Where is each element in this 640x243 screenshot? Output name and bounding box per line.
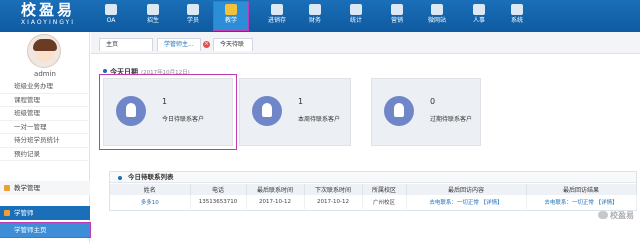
user-icon <box>384 96 414 126</box>
username: admin <box>34 70 56 78</box>
today-contact-list: 今日待联系列表 姓名 电话 最后联系时间 下次联系时间 所属校区 最后回访内容 … <box>109 171 637 211</box>
contact-table: 姓名 电话 最后联系时间 下次联系时间 所属校区 最后回访内容 最后回访结果 多… <box>110 184 637 209</box>
sidebar-item-advisor-home[interactable]: 学管师主页 <box>0 222 91 238</box>
cell-next-contact: 2017-10-12 <box>304 195 363 209</box>
sidebar-item-appointments[interactable]: 预约记录 <box>0 148 90 161</box>
cell-name[interactable]: 多多10 <box>110 195 191 209</box>
folder-icon <box>4 185 10 191</box>
column-header-last-contact[interactable]: 最后联系时间 <box>246 184 305 195</box>
sidebar-item-course-management[interactable]: 课程管理 <box>0 94 90 107</box>
nav-teaching[interactable]: 教学 <box>213 1 249 31</box>
tab-today-contacts[interactable]: 今天待联 <box>213 38 253 51</box>
column-header-campus[interactable]: 所属校区 <box>362 184 407 195</box>
enroll-icon <box>147 4 159 15</box>
column-header-last-visit-result[interactable]: 最后回访结果 <box>526 184 637 195</box>
oa-icon <box>105 4 117 15</box>
card-label: 今日待联系客户 <box>162 116 205 123</box>
stats-icon <box>350 4 362 15</box>
card-label: 本周待联系客户 <box>298 116 341 123</box>
table-row[interactable]: 多多10 13513653710 2017-10-12 2017-10-12 广… <box>110 195 637 209</box>
marketing-icon <box>391 4 403 15</box>
card-today-contacts[interactable]: 1 今日待联系客户 <box>99 74 237 150</box>
card-overdue-contacts[interactable]: 0 过期待联系客户 <box>371 78 481 146</box>
nav-finance[interactable]: 财务 <box>298 2 332 30</box>
card-label: 过期待联系客户 <box>430 116 473 123</box>
logo-subtitle: XIAOYINGYI <box>21 19 75 26</box>
hr-icon <box>473 4 485 15</box>
nav-microsite[interactable]: 微网站 <box>420 2 454 30</box>
sidebar: admin 班级业务办理 课程管理 班级管理 一对一管理 待分班学员统计 预约记… <box>0 32 91 243</box>
sidebar-item-class-management[interactable]: 班级管理 <box>0 107 90 121</box>
sidebar-item-class-business[interactable]: 班级业务办理 <box>0 80 90 94</box>
column-header-name[interactable]: 姓名 <box>110 184 191 195</box>
teaching-menu: 班级业务办理 课程管理 班级管理 一对一管理 待分班学员统计 预约记录 <box>0 80 90 161</box>
table-header-row: 姓名 电话 最后联系时间 下次联系时间 所属校区 最后回访内容 最后回访结果 <box>110 184 637 195</box>
user-icon <box>252 96 282 126</box>
card-value: 0 <box>430 97 436 106</box>
card-value: 1 <box>298 97 304 106</box>
user-profile: admin <box>0 32 90 80</box>
list-title: 今日待联系列表 <box>110 172 636 183</box>
sidebar-item-unassigned-students[interactable]: 待分班学员统计 <box>0 134 90 148</box>
sidebar-section-teaching[interactable]: 教学管理 <box>0 181 90 195</box>
logo-title: 校盈易 <box>20 1 75 19</box>
cell-last-contact: 2017-10-12 <box>246 195 305 209</box>
user-icon <box>116 96 146 126</box>
logo: 校盈易 XIAOYINGYI <box>4 2 92 30</box>
tab-home[interactable]: 主页 <box>99 38 153 51</box>
today-date: (2017年10月12日) <box>141 70 190 76</box>
sidebar-section-advisor[interactable]: 学管师 <box>0 206 90 220</box>
wechat-icon <box>598 211 608 219</box>
tab-advisor-home[interactable]: 学管师主... <box>157 38 201 51</box>
cell-campus: 广州校区 <box>362 195 407 209</box>
cell-phone: 13513653710 <box>190 195 247 209</box>
students-icon <box>187 4 199 15</box>
main-content: 主页 学管师主... × 今天待联 今天日期 (2017年10月12日) 1 今日… <box>91 32 640 243</box>
nav-system[interactable]: 系统 <box>500 2 534 30</box>
nav-inventory[interactable]: 进销存 <box>260 2 294 30</box>
finance-icon <box>309 4 321 15</box>
tab-bar: 主页 学管师主... × 今天待联 <box>91 32 640 54</box>
nav-students[interactable]: 学员 <box>176 2 210 30</box>
nav-enroll[interactable]: 招生 <box>136 2 170 30</box>
nav-marketing[interactable]: 营销 <box>380 2 414 30</box>
teaching-icon <box>225 4 237 15</box>
column-header-next-contact[interactable]: 下次联系时间 <box>304 184 363 195</box>
avatar[interactable] <box>27 34 61 68</box>
sidebar-item-one-to-one[interactable]: 一对一管理 <box>0 121 90 134</box>
card-week-contacts[interactable]: 1 本周待联系客户 <box>239 78 351 146</box>
nav-oa[interactable]: OA <box>94 2 128 30</box>
folder-icon <box>4 210 10 216</box>
close-icon[interactable]: × <box>203 41 210 48</box>
cell-last-visit-content[interactable]: 去电联系：一切正常 【详情】 <box>406 195 527 209</box>
watermark: 校盈易 <box>568 209 634 223</box>
microsite-icon <box>431 4 443 15</box>
top-navigation-bar: 校盈易 XIAOYINGYI OA 招生 学员 教学 进销存 财务 统计 营销 … <box>0 0 640 32</box>
today-heading: 今天日期 (2017年10月12日) <box>103 66 190 78</box>
inventory-icon <box>271 4 283 15</box>
system-icon <box>511 4 523 15</box>
column-header-phone[interactable]: 电话 <box>190 184 247 195</box>
column-header-last-visit-content[interactable]: 最后回访内容 <box>406 184 527 195</box>
cell-last-visit-result[interactable]: 去电联系：一切正常 【详情】 <box>526 195 637 209</box>
nav-stats[interactable]: 统计 <box>339 2 373 30</box>
card-value: 1 <box>162 97 168 106</box>
nav-hr[interactable]: 人事 <box>462 2 496 30</box>
